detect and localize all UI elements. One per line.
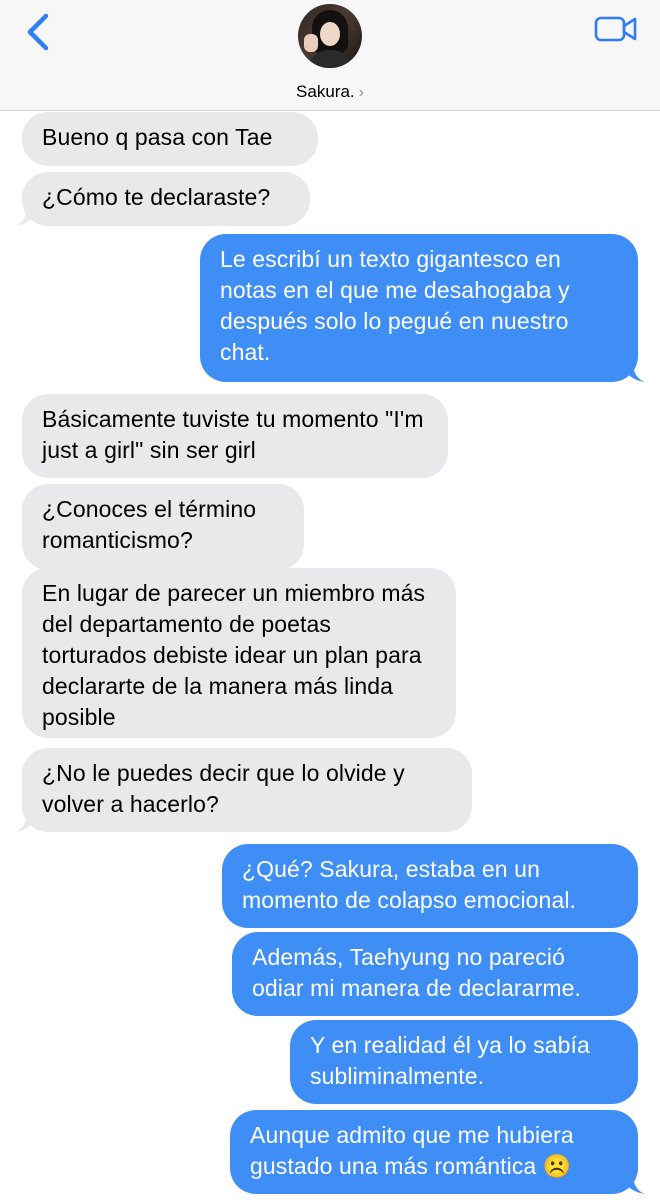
- message-text: Básicamente tuviste tu momento "I'm just…: [42, 406, 424, 463]
- contact-name: Sakura.: [296, 82, 355, 101]
- message-bubble-incoming[interactable]: Básicamente tuviste tu momento "I'm just…: [22, 394, 448, 478]
- message-text: En lugar de parecer un miembro más del d…: [42, 580, 426, 730]
- message-text: ¿Cómo te declaraste?: [42, 184, 271, 210]
- message-bubble-outgoing[interactable]: ¿Qué? Sakura, estaba en un momento de co…: [222, 844, 638, 928]
- back-button[interactable]: [20, 10, 60, 54]
- message-bubble-incoming[interactable]: ¿No le puedes decir que lo olvide y volv…: [15, 748, 472, 832]
- message-bubble-incoming[interactable]: ¿Cómo te declaraste?: [15, 172, 310, 226]
- message-bubble-incoming[interactable]: En lugar de parecer un miembro más del d…: [22, 568, 456, 738]
- message-bubble-outgoing[interactable]: Y en realidad él ya lo sabía subliminalm…: [290, 1020, 638, 1104]
- message-bubble-incoming[interactable]: ¿Conoces el término romanticismo?: [22, 484, 304, 570]
- chevron-right-icon: ›: [358, 84, 364, 101]
- bubble-tail: [623, 1172, 645, 1194]
- video-camera-icon: [594, 16, 637, 42]
- bubble-tail: [623, 360, 645, 382]
- contact-name-button[interactable]: Sakura. ›: [0, 82, 660, 102]
- message-text: Aunque admito que me hubiera gustado una…: [250, 1122, 574, 1179]
- message-text: ¿Qué? Sakura, estaba en un momento de co…: [242, 856, 577, 913]
- message-text: Además, Taehyung no pareció odiar mi man…: [252, 944, 581, 1001]
- message-text: Bueno q pasa con Tae: [42, 124, 273, 150]
- avatar[interactable]: [298, 4, 362, 68]
- message-text: ¿No le puedes decir que lo olvide y volv…: [42, 760, 405, 817]
- message-text: ¿Conoces el término romanticismo?: [42, 496, 257, 553]
- conversation-header: Sakura. ›: [0, 0, 660, 111]
- chevron-left-icon: [27, 13, 49, 51]
- bubble-tail: [15, 810, 37, 832]
- message-text: Y en realidad él ya lo sabía subliminalm…: [310, 1032, 590, 1089]
- message-bubble-outgoing[interactable]: Además, Taehyung no pareció odiar mi man…: [232, 932, 638, 1016]
- message-bubble-outgoing[interactable]: Aunque admito que me hubiera gustado una…: [230, 1110, 645, 1194]
- message-text: Le escribí un texto gigantesco en notas …: [220, 246, 570, 365]
- message-thread[interactable]: Bueno q pasa con Tae ¿Cómo te declaraste…: [0, 110, 660, 1200]
- message-bubble-incoming[interactable]: Bueno q pasa con Tae: [22, 112, 318, 166]
- bubble-tail: [15, 204, 37, 226]
- message-bubble-outgoing[interactable]: Le escribí un texto gigantesco en notas …: [200, 234, 645, 382]
- facetime-video-button[interactable]: [594, 14, 638, 44]
